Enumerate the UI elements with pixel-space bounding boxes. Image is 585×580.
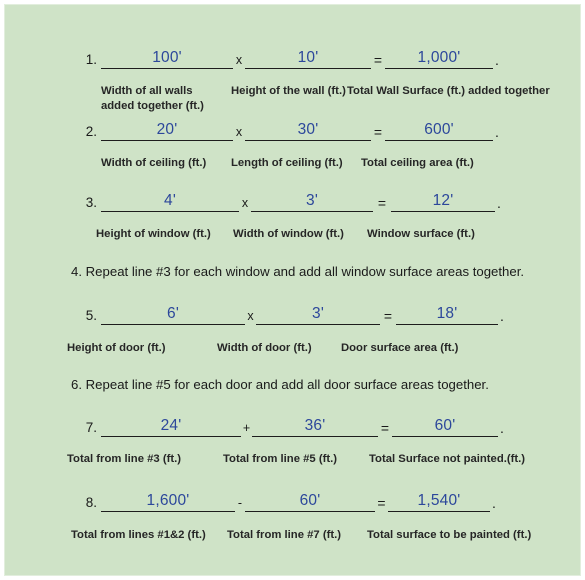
answer-blank-5a[interactable]: 6' (101, 302, 245, 325)
operator-5: x (247, 309, 254, 323)
caption-8a: Total from lines #1&2 (ft.) (71, 529, 206, 541)
answer-blank-8c[interactable]: 1,540' (388, 489, 490, 512)
answer-value-3a: 4' (164, 192, 176, 209)
caption-row-2: Width of ceiling (ft.) Length of ceiling… (5, 156, 582, 174)
answer-blank-7c[interactable]: 60' (392, 414, 498, 437)
worksheet-sheet: 1. 100' x 10' = 1,000' . Width of all wa… (4, 4, 581, 576)
answer-blank-7b[interactable]: 36' (252, 414, 378, 437)
line-number-7: 7. (85, 420, 97, 435)
answer-value-8c: 1,540' (417, 492, 461, 509)
equation-row-5: 5. 6' x 3' = 18' . (5, 299, 585, 325)
equals-sign-7: = (380, 420, 390, 436)
answer-blank-8a[interactable]: 1,600' (101, 489, 235, 512)
worksheet-rows: 1. 100' x 10' = 1,000' . Width of all wa… (5, 5, 582, 577)
answer-blank-5c[interactable]: 18' (396, 302, 498, 325)
equation-row-7: 7. 24' + 36' = 60' . (5, 411, 585, 437)
caption-2b: Length of ceiling (ft.) (231, 157, 343, 169)
answer-value-1c: 1,000' (417, 49, 461, 66)
operator-8: - (237, 496, 243, 510)
equation-row-3: 3. 4' x 3' = 12' . (5, 186, 585, 212)
caption-5b: Width of door (ft.) (217, 342, 312, 354)
operator-3: x (241, 196, 249, 210)
operator-1: x (235, 53, 243, 67)
answer-blank-1b[interactable]: 10' (245, 46, 371, 69)
period-2: . (495, 124, 499, 140)
caption-1b: Height of the wall (ft.) (231, 85, 346, 97)
answer-value-2b: 30' (297, 121, 319, 138)
answer-value-8b: 60' (299, 492, 321, 509)
caption-row-1: Width of all walls added together (ft.) … (5, 84, 582, 116)
answer-blank-2a[interactable]: 20' (101, 118, 233, 141)
caption-2a: Width of ceiling (ft.) (101, 157, 207, 169)
equals-sign-8: = (377, 495, 386, 511)
answer-blank-3b[interactable]: 3' (251, 189, 373, 212)
equals-sign-3: = (377, 195, 387, 211)
answer-blank-7a[interactable]: 24' (101, 414, 241, 437)
answer-value-2a: 20' (156, 121, 178, 138)
answer-blank-1c[interactable]: 1,000' (385, 46, 493, 69)
answer-value-7c: 60' (434, 417, 456, 434)
line-number-8: 8. (85, 495, 97, 510)
caption-3b: Width of window (ft.) (233, 228, 344, 240)
answer-value-5c: 18' (436, 305, 458, 322)
line-number-2: 2. (85, 124, 97, 139)
equation-row-8: 8. 1,600' - 60' = 1,540' . (5, 486, 585, 512)
operator-2: x (235, 125, 243, 139)
instruction-4: 4. Repeat line #3 for each window and ad… (71, 264, 525, 279)
period-7: . (500, 420, 504, 436)
answer-blank-3a[interactable]: 4' (101, 189, 239, 212)
caption-1a: Width of all walls added together (ft.) (101, 85, 204, 112)
answer-blank-2c[interactable]: 600' (385, 118, 493, 141)
caption-7a: Total from line #3 (ft.) (67, 453, 182, 465)
period-8: . (492, 495, 496, 511)
operator-7: + (242, 421, 251, 435)
caption-row-8: Total from lines #1&2 (ft.) Total from l… (5, 528, 582, 546)
caption-7b: Total from line #5 (ft.) (223, 453, 338, 465)
line-number-3: 3. (85, 195, 97, 210)
caption-8b: Total from line #7 (ft.) (227, 529, 342, 541)
answer-value-5a: 6' (167, 305, 179, 322)
equals-sign-2: = (373, 124, 383, 140)
caption-row-5: Height of door (ft.) Width of door (ft.)… (5, 341, 582, 359)
equation-row-1: 1. 100' x 10' = 1,000' . (5, 43, 585, 69)
answer-value-2c: 600' (424, 121, 454, 138)
caption-5c: Door surface area (ft.) (341, 342, 459, 354)
answer-value-7b: 36' (304, 417, 326, 434)
caption-8c: Total surface to be painted (ft.) (367, 529, 532, 541)
line-number-5: 5. (85, 308, 97, 323)
line-number-1: 1. (85, 52, 97, 67)
answer-blank-8b[interactable]: 60' (245, 489, 375, 512)
equals-sign-5: = (383, 308, 393, 324)
caption-2c: Total ceiling area (ft.) (361, 157, 474, 169)
caption-row-3: Height of window (ft.) Width of window (… (5, 227, 582, 245)
caption-1c: Total Wall Surface (ft.) added together (347, 85, 550, 97)
caption-7c: Total Surface not painted.(ft.) (369, 453, 526, 465)
answer-blank-2b[interactable]: 30' (245, 118, 371, 141)
period-5: . (500, 308, 504, 324)
answer-blank-1a[interactable]: 100' (101, 46, 233, 69)
equals-sign-1: = (373, 52, 383, 68)
period-3: . (497, 195, 501, 211)
period-1: . (495, 52, 499, 68)
instruction-6: 6. Repeat line #5 for each door and add … (71, 377, 489, 392)
answer-blank-3c[interactable]: 12' (391, 189, 495, 212)
answer-blank-5b[interactable]: 3' (256, 302, 380, 325)
answer-value-3c: 12' (432, 192, 454, 209)
answer-value-1b: 10' (297, 49, 319, 66)
caption-5a: Height of door (ft.) (67, 342, 166, 354)
answer-value-7a: 24' (160, 417, 182, 434)
caption-row-7: Total from line #3 (ft.) Total from line… (5, 452, 582, 470)
caption-3c: Window surface (ft.) (367, 228, 475, 240)
answer-value-1a: 100' (152, 49, 182, 66)
caption-3a: Height of window (ft.) (96, 228, 211, 240)
equation-row-2: 2. 20' x 30' = 600' . (5, 115, 585, 141)
answer-value-3b: 3' (306, 192, 318, 209)
answer-value-8a: 1,600' (146, 492, 190, 509)
answer-value-5b: 3' (312, 305, 324, 322)
